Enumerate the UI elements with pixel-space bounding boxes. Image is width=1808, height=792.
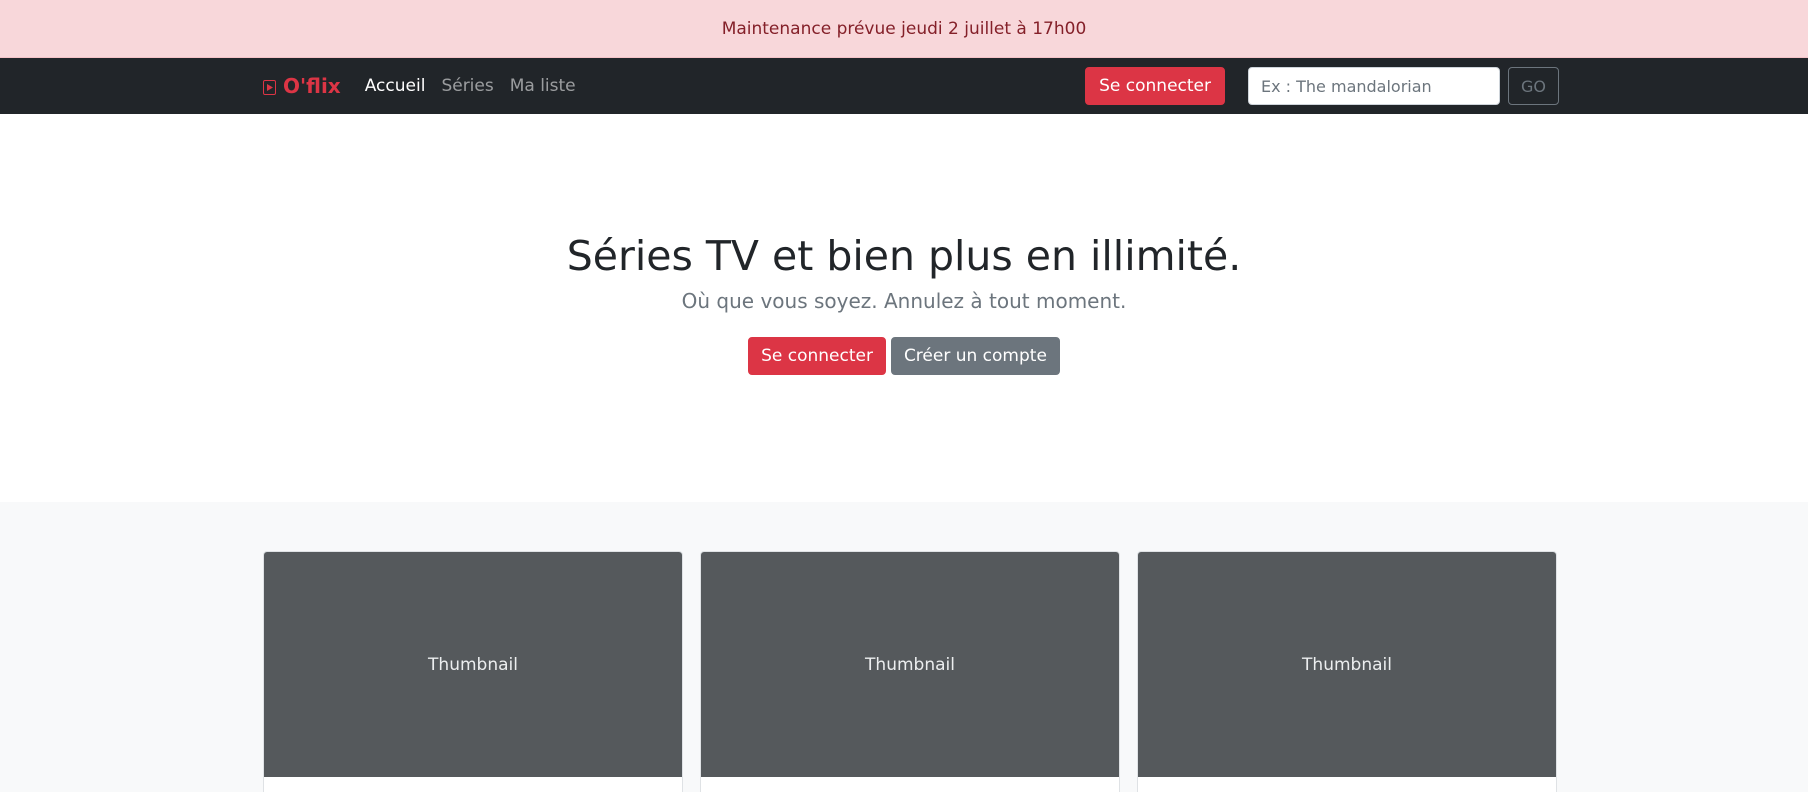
series-album: Thumbnail Thumbnail Thumbnail bbox=[0, 502, 1808, 792]
search-input[interactable] bbox=[1248, 67, 1500, 105]
series-thumbnail[interactable]: Thumbnail bbox=[701, 552, 1119, 777]
hero-buttons: Se connecter Créer un compte bbox=[748, 337, 1060, 376]
hero-signup-button[interactable]: Créer un compte bbox=[890, 337, 1060, 376]
hero-login-button[interactable]: Se connecter bbox=[748, 337, 886, 376]
navbar: O'flix Accueil Séries Ma liste Se connec… bbox=[0, 58, 1808, 114]
series-thumbnail[interactable]: Thumbnail bbox=[264, 552, 682, 777]
hero-title: Séries TV et bien plus en illimité. bbox=[566, 232, 1242, 280]
maintenance-banner: Maintenance prévue jeudi 2 juillet à 17h… bbox=[0, 0, 1808, 58]
navbar-container: O'flix Accueil Séries Ma liste Se connec… bbox=[263, 58, 1559, 114]
nav-link-accueil[interactable]: Accueil bbox=[365, 76, 426, 96]
search-go-button[interactable]: GO bbox=[1508, 67, 1559, 105]
series-thumbnail[interactable]: Thumbnail bbox=[1138, 552, 1556, 777]
hero-subtitle: Où que vous soyez. Annulez à tout moment… bbox=[681, 289, 1127, 314]
series-card[interactable]: Thumbnail bbox=[263, 551, 683, 792]
nav-link-series[interactable]: Séries bbox=[441, 76, 493, 96]
brand-name: O'flix bbox=[283, 74, 341, 98]
nav-link-ma-liste[interactable]: Ma liste bbox=[510, 76, 576, 96]
hero-section: Séries TV et bien plus en illimité. Où q… bbox=[0, 114, 1808, 502]
series-card[interactable]: Thumbnail bbox=[1137, 551, 1557, 792]
play-icon bbox=[263, 80, 276, 95]
navbar-login-button[interactable]: Se connecter bbox=[1085, 67, 1225, 105]
series-card[interactable]: Thumbnail bbox=[700, 551, 1120, 792]
maintenance-banner-text: Maintenance prévue jeudi 2 juillet à 17h… bbox=[721, 18, 1087, 39]
thumbnail-label: Thumbnail bbox=[865, 654, 955, 675]
series-card-grid: Thumbnail Thumbnail Thumbnail bbox=[263, 551, 1557, 792]
thumbnail-label: Thumbnail bbox=[428, 654, 518, 675]
brand-link[interactable]: O'flix bbox=[263, 74, 341, 98]
thumbnail-label: Thumbnail bbox=[1302, 654, 1392, 675]
